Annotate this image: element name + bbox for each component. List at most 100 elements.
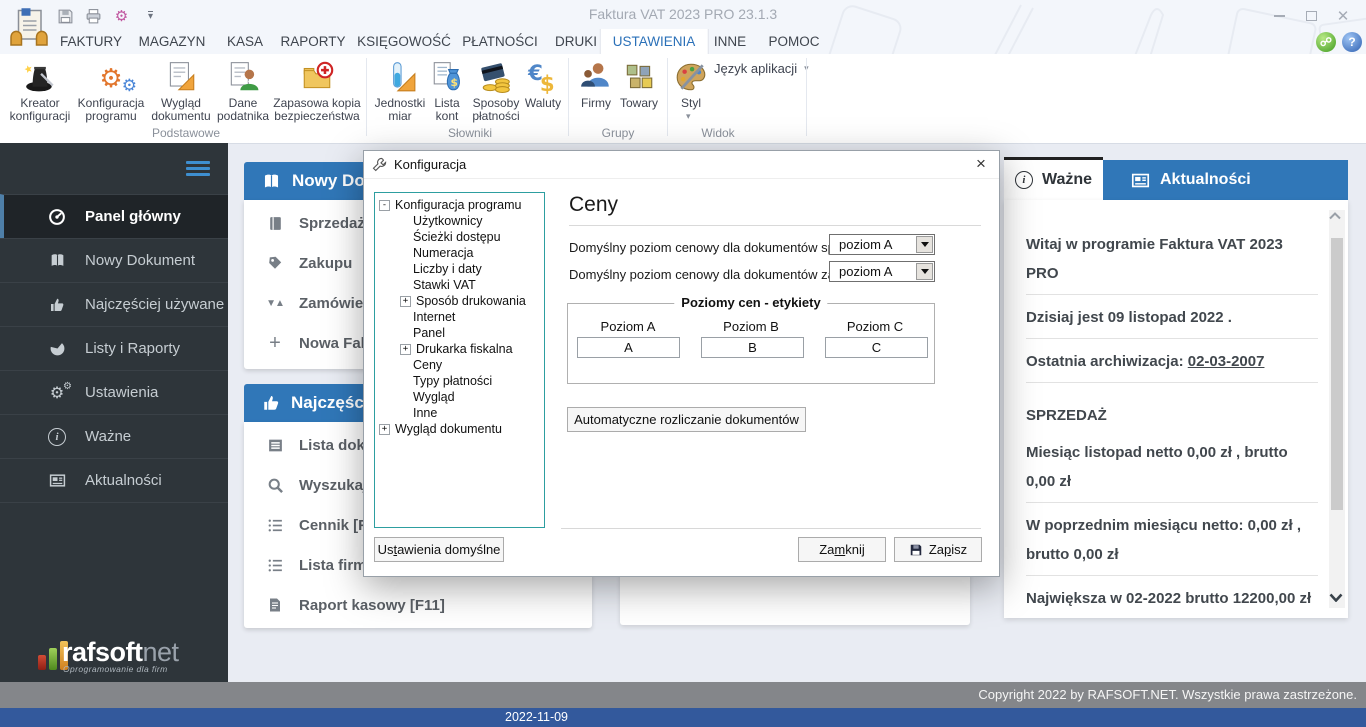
print-icon[interactable]: [84, 7, 103, 25]
tab-ustawienia[interactable]: USTAWIENIA: [600, 29, 709, 54]
scrollbar[interactable]: [1329, 210, 1345, 608]
thumb-up-icon: [262, 394, 280, 412]
scroll-down-icon[interactable]: [1329, 593, 1345, 602]
list-item[interactable]: Raport kasowy [F11]: [244, 585, 592, 625]
price-levels-groupbox: Poziomy cen - etykiety Poziom A Poziom B…: [567, 303, 935, 384]
kreator-konfiguracji-button[interactable]: Kreator konfiguracji: [8, 58, 72, 123]
tree-collapse-icon[interactable]: -: [379, 200, 390, 211]
ribbon: Kreator konfiguracji ⚙ ⚙ Konfiguracja pr…: [0, 54, 1366, 144]
poziom-sprzedazy-select[interactable]: poziom A: [829, 234, 935, 255]
dane-podatnika-button[interactable]: Dane podatnika: [213, 58, 273, 123]
poziom-b-input[interactable]: B: [701, 337, 804, 358]
sidebar-item-listy-i-raporty[interactable]: Listy i Raporty: [0, 326, 228, 370]
close-button[interactable]: ✕: [1330, 8, 1356, 24]
tree-item[interactable]: Liczby i daty: [413, 261, 482, 277]
field-label: Domyślny poziom cenowy dla dokumentów za…: [569, 267, 867, 282]
lista-kont-button[interactable]: $ Lista kont: [426, 58, 468, 123]
styl-dropdown-icon[interactable]: ▾: [686, 111, 691, 122]
tree-expand-icon[interactable]: +: [379, 424, 390, 435]
column-label: Poziom B: [691, 319, 811, 334]
info-line: Największa w 02-2022 brutto 12200,00 zł: [1026, 584, 1318, 618]
sposoby-platnosci-button[interactable]: Sposoby płatności: [466, 58, 526, 123]
chevron-down-icon[interactable]: [916, 236, 933, 253]
tree-item[interactable]: Typy płatności: [413, 373, 492, 389]
tree-expand-icon[interactable]: +: [400, 344, 411, 355]
gears-icon: ⚙ ⚙: [73, 58, 149, 94]
pie-chart-icon: [46, 340, 68, 357]
dialog-close-icon[interactable]: ×: [971, 154, 991, 174]
tab-aktualnosci[interactable]: Aktualności: [1103, 160, 1348, 200]
tab-wazne[interactable]: i Ważne: [1004, 160, 1103, 200]
tree-item[interactable]: Wygląd: [413, 389, 455, 405]
tree-item[interactable]: Panel: [413, 325, 445, 341]
poziom-a-input[interactable]: A: [577, 337, 680, 358]
jednostki-miar-button[interactable]: Jednostki miar: [369, 58, 431, 123]
palette-icon: [671, 58, 711, 94]
wazne-panel: Witaj w programie Faktura VAT 2023 PRO D…: [1004, 200, 1348, 618]
waluty-button[interactable]: €$ Waluty: [518, 58, 568, 110]
chevron-down-icon[interactable]: [916, 263, 933, 280]
sidebar-item-panel-glowny[interactable]: Panel główny: [0, 194, 228, 238]
ustawienia-domyslne-button[interactable]: Ustawienia domyślne: [374, 537, 504, 562]
scroll-up-icon[interactable]: [1329, 212, 1345, 220]
groupbox-title: Poziomy cen - etykiety: [674, 295, 827, 310]
tree-item[interactable]: Inne: [413, 405, 437, 421]
scrollbar-thumb[interactable]: [1331, 238, 1343, 510]
tree-item[interactable]: Drukarka fiskalna: [416, 341, 513, 357]
tree-item[interactable]: Konfiguracja programu: [395, 197, 521, 213]
konfiguracja-programu-button[interactable]: ⚙ ⚙ Konfiguracja programu: [73, 58, 149, 123]
tree-item[interactable]: Numeracja: [413, 245, 473, 261]
restore-button[interactable]: [1298, 8, 1324, 24]
document-ruler-icon: [146, 58, 216, 94]
tab-faktury[interactable]: FAKTURY: [48, 29, 134, 54]
sidebar-item-wazne[interactable]: i Ważne: [0, 414, 228, 458]
measure-units-icon: [369, 58, 431, 94]
tab-kasa[interactable]: KASA: [215, 29, 275, 54]
tab-ksiegowosc[interactable]: KSIĘGOWOŚĆ: [345, 29, 463, 54]
tab-magazyn[interactable]: MAGAZYN: [127, 29, 218, 54]
tree-item[interactable]: Internet: [413, 309, 455, 325]
tree-item[interactable]: Użytkownicy: [413, 213, 482, 229]
tree-item[interactable]: Ścieżki dostępu: [413, 229, 501, 245]
settings-icon[interactable]: ⚙: [112, 7, 131, 25]
info-line: Miesiąc listopad netto 0,00 zł , brutto …: [1026, 438, 1318, 503]
tree-item[interactable]: Wygląd dokumentu: [395, 421, 502, 437]
tab-platnosci[interactable]: PŁATNOŚCI: [450, 29, 550, 54]
tree-expand-icon[interactable]: +: [400, 296, 411, 307]
companies-icon: [576, 58, 616, 94]
sidebar-item-najczesciej-uzywane[interactable]: Najczęściej używane: [0, 282, 228, 326]
tree-item[interactable]: Ceny: [413, 357, 442, 373]
poziom-c-input[interactable]: C: [825, 337, 928, 358]
tab-inne[interactable]: INNE: [702, 29, 758, 54]
tag-icon: [265, 255, 285, 271]
payment-methods-icon: [466, 58, 526, 94]
towary-button[interactable]: Towary: [614, 58, 664, 110]
auto-rozliczanie-button[interactable]: Automatyczne rozliczanie dokumentów: [567, 407, 806, 432]
jezyk-aplikacji-button[interactable]: Język aplikacji ▾: [714, 61, 809, 76]
zapisz-button[interactable]: Zapisz: [894, 537, 982, 562]
styl-button[interactable]: Styl: [671, 58, 711, 110]
tree-item[interactable]: Stawki VAT: [413, 277, 476, 293]
dialog-title-bar[interactable]: Konfiguracja ×: [364, 151, 999, 179]
wyglad-dokumentu-button[interactable]: Wygląd dokumentu: [146, 58, 216, 123]
book-icon: [262, 172, 281, 191]
firmy-button[interactable]: Firmy: [576, 58, 616, 110]
qat-dropdown-icon[interactable]: ▾: [148, 11, 153, 21]
archive-date-link[interactable]: 02-03-2007: [1188, 353, 1265, 370]
tab-pomoc[interactable]: POMOC: [756, 29, 831, 54]
sidebar-item-ustawienia[interactable]: ⚙⚙ Ustawienia: [0, 370, 228, 414]
hamburger-menu-icon[interactable]: [186, 161, 210, 179]
config-tree[interactable]: -Konfiguracja programu Użytkownicy Ścież…: [374, 192, 545, 528]
zamknij-button[interactable]: Zamknij: [798, 537, 886, 562]
section-header: SPRZEDAŻ: [1026, 401, 1318, 430]
minimize-button[interactable]: [1266, 8, 1292, 24]
tree-item[interactable]: Sposób drukowania: [416, 293, 526, 309]
sidebar-item-aktualnosci[interactable]: Aktualności: [0, 458, 228, 503]
poziom-zakupu-select[interactable]: poziom A: [829, 261, 935, 282]
newspaper-icon: [1131, 171, 1150, 190]
sidebar-item-nowy-dokument[interactable]: Nowy Dokument: [0, 238, 228, 282]
magic-hat-icon: [8, 58, 72, 94]
column-label: Poziom A: [568, 319, 688, 334]
save-icon[interactable]: [56, 7, 75, 25]
zapasowa-kopia-button[interactable]: Zapasowa kopia bezpieczeństwa: [272, 58, 362, 123]
